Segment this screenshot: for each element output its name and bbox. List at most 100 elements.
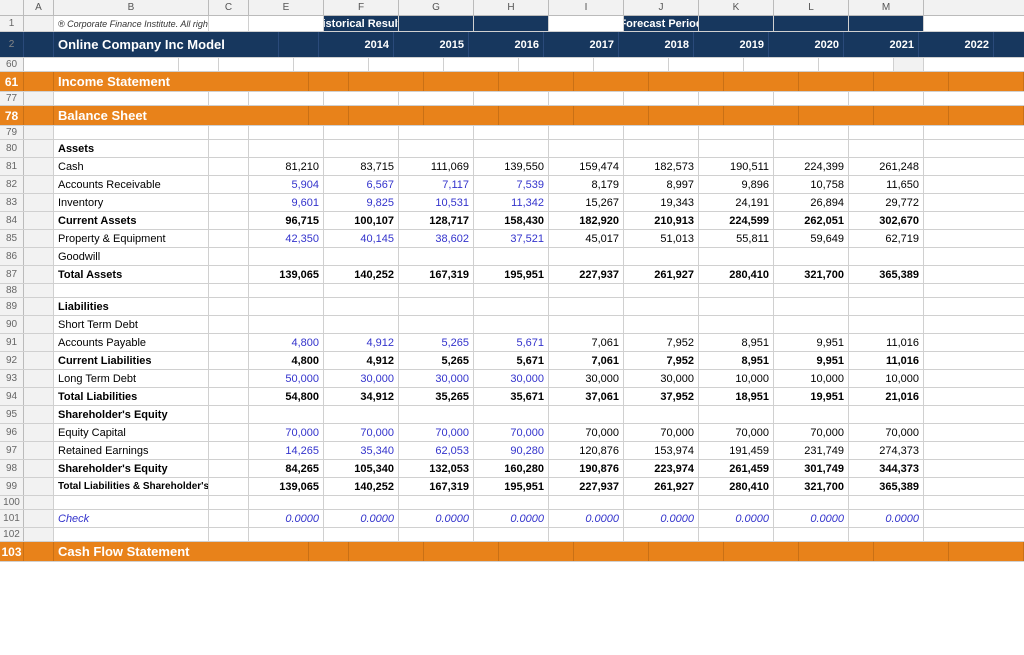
ltd-2014: 50,000: [249, 370, 324, 387]
balance-sheet-label: Balance Sheet: [54, 106, 309, 125]
tl-2017: 35,671: [474, 388, 549, 405]
re-2016: 62,053: [399, 442, 474, 459]
forecast-header-2: [699, 16, 774, 31]
ec-2020: 70,000: [699, 424, 774, 441]
re-2022: 274,373: [849, 442, 924, 459]
ap-2017: 5,671: [474, 334, 549, 351]
tl-2016: 35,265: [399, 388, 474, 405]
cl-2022: 11,016: [849, 352, 924, 369]
rownum-83: 83: [0, 194, 24, 211]
row-89: 89 Liabilities: [0, 298, 1024, 316]
ta-2014: 139,065: [249, 266, 324, 283]
ar-2017: 7,539: [474, 176, 549, 193]
cash-flow-header: 103 Cash Flow Statement: [0, 542, 1024, 562]
row-102: 102: [0, 528, 1024, 542]
income-statement-header: 61 Income Statement: [0, 72, 1024, 92]
ppe-2016: 38,602: [399, 230, 474, 247]
hist-header-label: Historical Results: [324, 16, 399, 31]
ap-2016: 5,265: [399, 334, 474, 351]
row-60: 60: [0, 58, 1024, 72]
goodwill-label: Goodwill: [54, 248, 209, 265]
row-2: 2 Online Company Inc Model 2014 2015 201…: [0, 32, 1024, 58]
check-2015: 0.0000: [324, 510, 399, 527]
check-2021: 0.0000: [774, 510, 849, 527]
row-92: 92 Current Liabilities 4,800 4,912 5,265…: [0, 352, 1024, 370]
row-80: 80 Assets: [0, 140, 1024, 158]
inv-2017: 11,342: [474, 194, 549, 211]
re-2015: 35,340: [324, 442, 399, 459]
ta-2017: 195,951: [474, 266, 549, 283]
tl-2018: 37,061: [549, 388, 624, 405]
cash-2017: 139,550: [474, 158, 549, 175]
tl-2020: 18,951: [699, 388, 774, 405]
ca-2020: 224,599: [699, 212, 774, 229]
rownum-60: 60: [0, 58, 24, 71]
tl-2022: 21,016: [849, 388, 924, 405]
rownum-84: 84: [0, 212, 24, 229]
forecast-header-label: Forecast Period: [624, 16, 699, 31]
ta-2016: 167,319: [399, 266, 474, 283]
ec-2014: 70,000: [249, 424, 324, 441]
inventory-label: Inventory: [54, 194, 209, 211]
col-header-g: G: [399, 0, 474, 15]
rownum-101: 101: [0, 510, 24, 527]
cash-2020: 190,511: [699, 158, 774, 175]
inv-2016: 10,531: [399, 194, 474, 211]
cell-2c: [279, 32, 319, 57]
rownum-102: 102: [0, 528, 24, 541]
re-2020: 191,459: [699, 442, 774, 459]
column-header-row: A B C E F G H I J K L M: [0, 0, 1024, 16]
ec-2018: 70,000: [549, 424, 624, 441]
rownum-81: 81: [0, 158, 24, 175]
check-2019: 0.0000: [624, 510, 699, 527]
ec-2015: 70,000: [324, 424, 399, 441]
ppe-2017: 37,521: [474, 230, 549, 247]
row-91: 91 Accounts Payable 4,800 4,912 5,265 5,…: [0, 334, 1024, 352]
col-header-f: F: [324, 0, 399, 15]
row-79: 79: [0, 126, 1024, 140]
rownum-99: 99: [0, 478, 24, 495]
ap-2021: 9,951: [774, 334, 849, 351]
row-98: 98 Shareholder's Equity 84,265 105,340 1…: [0, 460, 1024, 478]
rownum-94: 94: [0, 388, 24, 405]
row-96: 96 Equity Capital 70,000 70,000 70,000 7…: [0, 424, 1024, 442]
inv-2019: 19,343: [624, 194, 699, 211]
check-2016: 0.0000: [399, 510, 474, 527]
year-2019: 2019: [694, 32, 769, 57]
row-93: 93 Long Term Debt 50,000 30,000 30,000 3…: [0, 370, 1024, 388]
ta-2018: 227,937: [549, 266, 624, 283]
col-header-e: E: [249, 0, 324, 15]
ppe-2019: 51,013: [624, 230, 699, 247]
rownum-80: 80: [0, 140, 24, 157]
re-2021: 231,749: [774, 442, 849, 459]
ppe-2015: 40,145: [324, 230, 399, 247]
inv-2015: 9,825: [324, 194, 399, 211]
ec-2017: 70,000: [474, 424, 549, 441]
tlse-2016: 167,319: [399, 478, 474, 495]
ar-2020: 9,896: [699, 176, 774, 193]
ap-2019: 7,952: [624, 334, 699, 351]
income-statement-label: Income Statement: [54, 72, 309, 91]
cl-2017: 5,671: [474, 352, 549, 369]
ec-2021: 70,000: [774, 424, 849, 441]
tlse-2022: 365,389: [849, 478, 924, 495]
row-95: 95 Shareholder's Equity: [0, 406, 1024, 424]
ppe-2021: 59,649: [774, 230, 849, 247]
re-2014: 14,265: [249, 442, 324, 459]
cl-2020: 8,951: [699, 352, 774, 369]
se-2021: 301,749: [774, 460, 849, 477]
ppe-2014: 42,350: [249, 230, 324, 247]
ltd-2022: 10,000: [849, 370, 924, 387]
ta-2020: 280,410: [699, 266, 774, 283]
col-header-i: I: [549, 0, 624, 15]
rownum-103: 103: [0, 542, 24, 561]
inv-2020: 24,191: [699, 194, 774, 211]
ec-label: Equity Capital: [54, 424, 209, 441]
balance-sheet-header: 78 Balance Sheet: [0, 106, 1024, 126]
current-assets-label: Current Assets: [54, 212, 209, 229]
year-2015: 2015: [394, 32, 469, 57]
ar-label: Accounts Receivable: [54, 176, 209, 193]
inv-2018: 15,267: [549, 194, 624, 211]
cl-2014: 4,800: [249, 352, 324, 369]
ec-2016: 70,000: [399, 424, 474, 441]
